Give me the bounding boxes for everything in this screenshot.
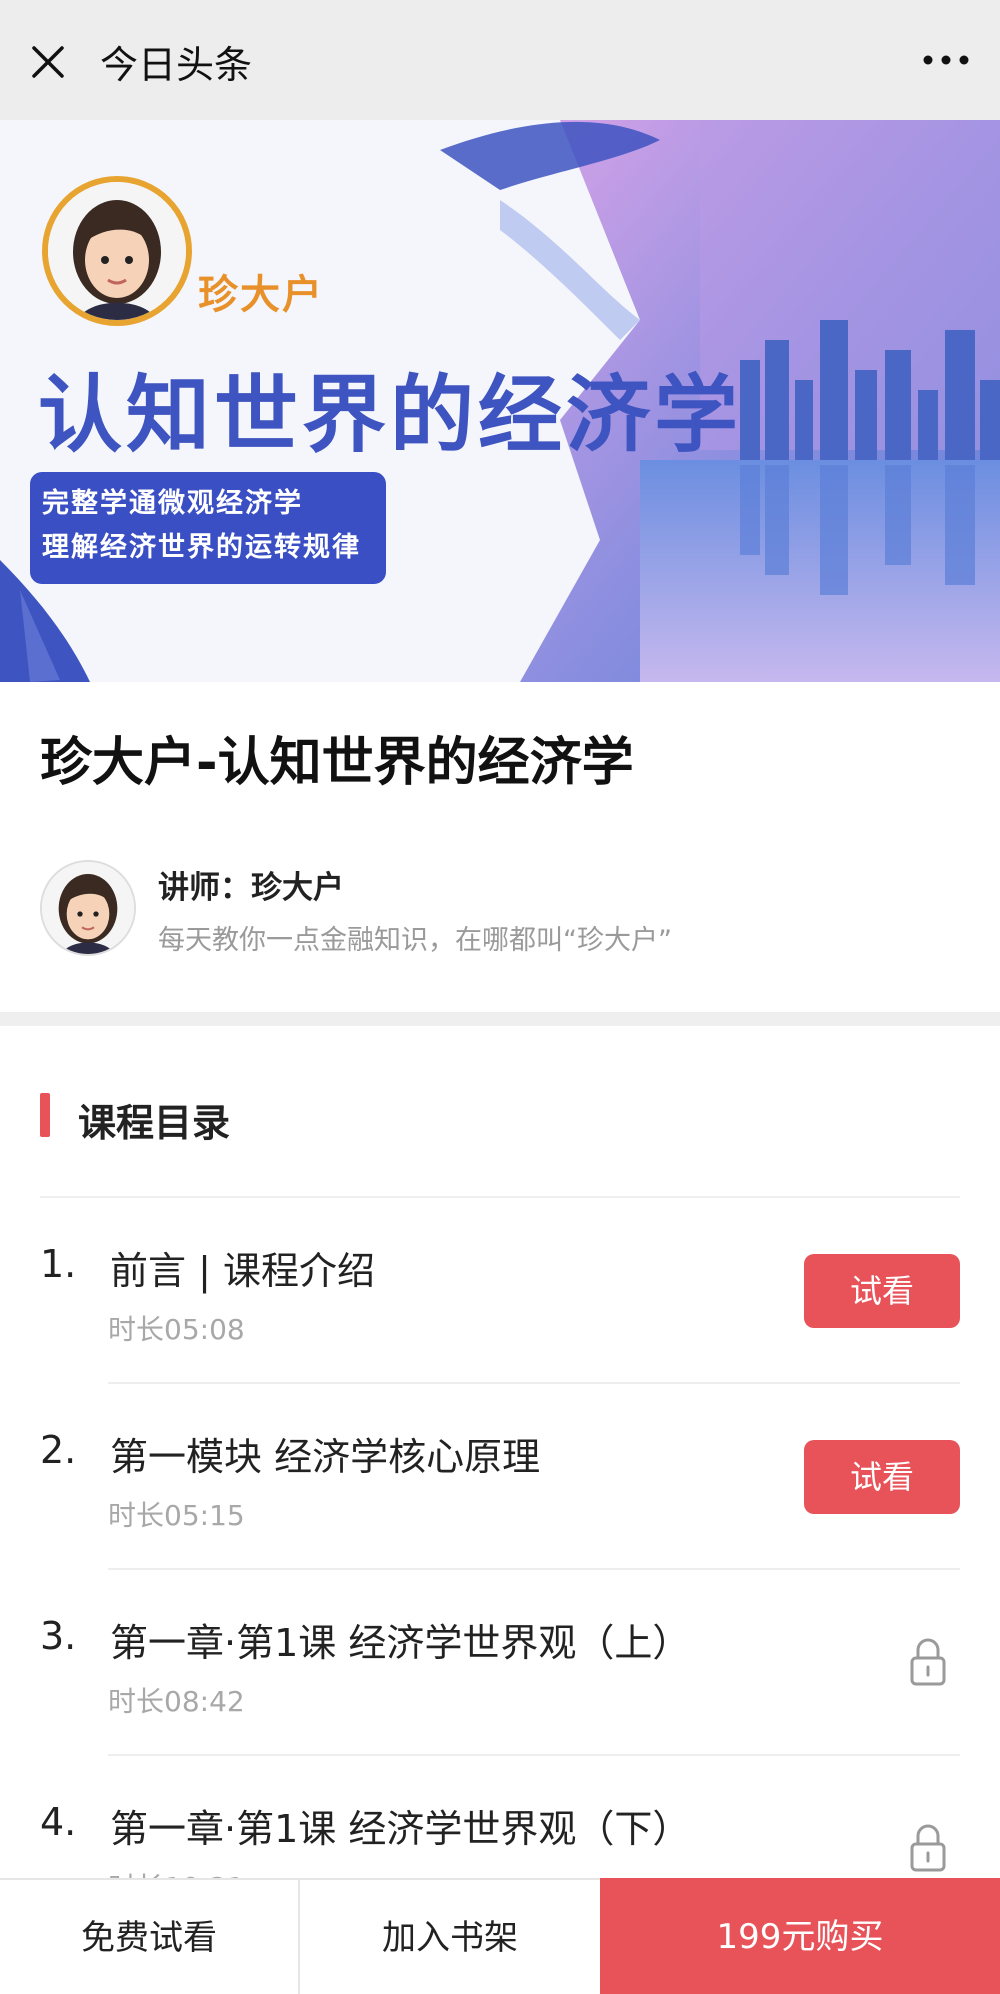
banner-subtitle-box: 完整学通微观经济学 理解经济世界的运转规律: [30, 472, 386, 584]
lesson-number: 3.: [40, 1614, 77, 1658]
lesson-number: 2.: [40, 1428, 77, 1472]
lesson-duration: 时长08:42: [108, 1685, 245, 1718]
catalog-accent-bar: [40, 1093, 50, 1137]
lecturer-description: 每天教你一点金融知识，在哪都叫“珍大户”: [158, 925, 672, 956]
buy-button[interactable]: 199元购买: [600, 1878, 1000, 1994]
section-divider: [0, 1012, 1000, 1026]
course-banner: 珍大户 认知世界的经济学 完整学通微观经济学 理解经济世界的运转规律: [0, 120, 1000, 682]
lock-icon: [910, 1824, 946, 1872]
trial-button[interactable]: 试看: [804, 1440, 960, 1514]
top-bar: 今日头条: [0, 0, 1000, 120]
lesson-item[interactable]: 1. 前言 | 课程介绍 时长05:08 试看: [0, 1198, 1000, 1384]
banner-subtitle-line: 理解经济世界的运转规律: [42, 532, 361, 563]
lecturer-avatar[interactable]: [40, 860, 136, 956]
free-trial-button[interactable]: 免费试看: [0, 1880, 300, 1994]
lesson-number: 1.: [40, 1242, 77, 1286]
banner-title: 认知世界的经济学: [38, 366, 743, 464]
banner-avatar: [42, 176, 192, 326]
lesson-title: 前言 | 课程介绍: [110, 1249, 375, 1293]
lesson-item[interactable]: 2. 第一模块 经济学核心原理 时长05:15 试看: [0, 1384, 1000, 1570]
lesson-item[interactable]: 3. 第一章·第1课 经济学世界观（上） 时长08:42: [0, 1570, 1000, 1756]
add-to-shelf-button[interactable]: 加入书架: [300, 1880, 600, 1994]
close-icon[interactable]: [24, 38, 72, 86]
catalog-heading: 课程目录: [78, 1101, 231, 1145]
lesson-duration: 时长05:08: [108, 1313, 245, 1346]
lesson-title: 第一章·第1课 经济学世界观（上）: [110, 1621, 691, 1665]
banner-lecturer-name: 珍大户: [198, 272, 324, 318]
banner-subtitle-line: 完整学通微观经济学: [42, 488, 303, 519]
trial-button[interactable]: 试看: [804, 1254, 960, 1328]
lesson-number: 4.: [40, 1800, 77, 1844]
lesson-title: 第一章·第1课 经济学世界观（下）: [110, 1807, 691, 1851]
lecturer-name: 讲师：珍大户: [158, 870, 344, 906]
lock-icon: [910, 1638, 946, 1686]
bottom-action-bar: 免费试看 加入书架 199元购买: [0, 1878, 1000, 1994]
lesson-title: 第一模块 经济学核心原理: [110, 1435, 541, 1479]
app-title: 今日头条: [100, 43, 253, 87]
course-title: 珍大户-认知世界的经济学: [40, 733, 634, 793]
more-options-icon[interactable]: [916, 40, 976, 80]
lesson-duration: 时长05:15: [108, 1499, 245, 1532]
